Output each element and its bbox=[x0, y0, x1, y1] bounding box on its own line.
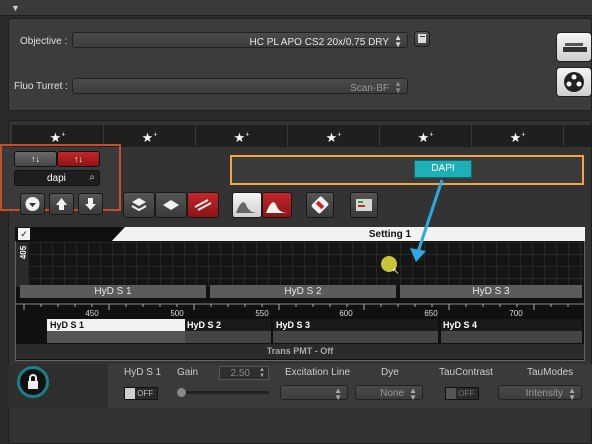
taucontrast-toggle[interactable]: OFF bbox=[445, 387, 479, 400]
excitation-line-label: Excitation Line bbox=[285, 367, 351, 378]
taumodes-value: Intensity bbox=[525, 388, 563, 399]
excitation-line-select[interactable]: ▲ ▼ bbox=[280, 385, 348, 402]
detector-name: HyD S 1 bbox=[124, 367, 162, 378]
detector-toggle-state: OFF bbox=[137, 389, 154, 398]
gain-slider[interactable] bbox=[177, 388, 269, 397]
lock-icon bbox=[28, 374, 38, 389]
taucontrast-toggle-state: OFF bbox=[458, 389, 475, 398]
detector-toggle[interactable]: OFF bbox=[124, 387, 158, 400]
spin-arrows-icon: ▲ ▼ bbox=[409, 386, 417, 402]
dye-label: Dye bbox=[381, 367, 399, 378]
gain-slider-handle[interactable] bbox=[177, 388, 186, 397]
taumodes-select[interactable]: Intensity ▲ ▼ bbox=[498, 385, 582, 402]
dye-value: None bbox=[380, 388, 404, 399]
spin-arrows-icon: ▲ ▼ bbox=[568, 386, 576, 402]
taucontrast-label: TauContrast bbox=[439, 367, 493, 378]
spin-arrows-icon: ▲ ▼ bbox=[334, 386, 342, 402]
gain-input[interactable]: 2.50 ▲ ▼ bbox=[219, 366, 269, 380]
lock-button[interactable] bbox=[17, 366, 49, 398]
gain-label: Gain bbox=[177, 367, 199, 378]
taumodes-label: TauModes bbox=[527, 367, 574, 378]
spin-arrows-icon: ▲ ▼ bbox=[259, 367, 265, 379]
dye-select[interactable]: None ▲ ▼ bbox=[355, 385, 423, 402]
gain-value: 2.50 bbox=[230, 368, 250, 379]
